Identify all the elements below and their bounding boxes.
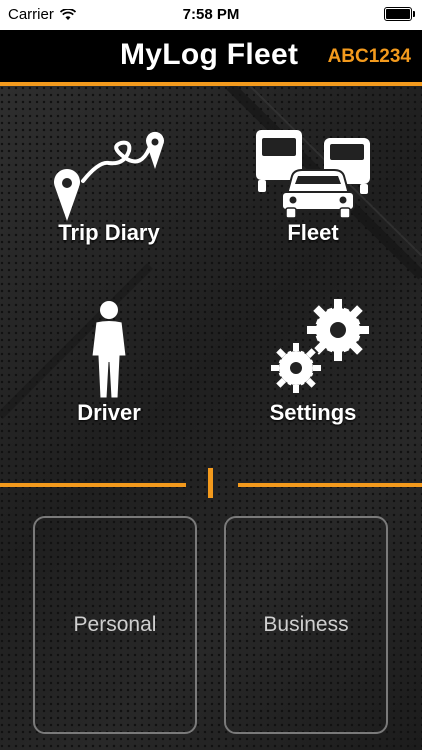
trip-diary-label: Trip Diary — [58, 220, 160, 245]
driver-person-icon — [91, 301, 127, 398]
battery-icon — [384, 7, 415, 21]
driver-label: Driver — [77, 400, 141, 425]
settings-label: Settings — [269, 400, 357, 425]
app-header: MyLog Fleet ABC1234 — [0, 30, 422, 82]
status-bar: Carrier 7:58 PM — [0, 0, 422, 30]
fleet-tile[interactable]: Fleet — [228, 116, 398, 276]
personal-mode-button[interactable]: Personal — [33, 516, 197, 734]
app-title: MyLog Fleet — [120, 38, 299, 71]
settings-tile[interactable]: Settings — [228, 298, 398, 458]
driver-tile[interactable]: Driver — [24, 298, 194, 458]
status-time: 7:58 PM — [182, 6, 240, 23]
personal-mode-label: Personal — [73, 613, 157, 636]
route-map-icon — [54, 131, 164, 221]
divider-marker — [208, 468, 213, 498]
fleet-label: Fleet — [287, 220, 339, 245]
vehicle-plate[interactable]: ABC1234 — [328, 46, 411, 68]
fleet-vehicles-icon — [256, 130, 370, 219]
divider-line-right — [238, 483, 422, 487]
business-mode-button[interactable]: Business — [224, 516, 388, 734]
trip-diary-tile[interactable]: Trip Diary — [24, 116, 194, 276]
divider-line-left — [0, 483, 186, 487]
business-mode-label: Business — [263, 613, 349, 636]
gears-icon — [269, 298, 371, 395]
